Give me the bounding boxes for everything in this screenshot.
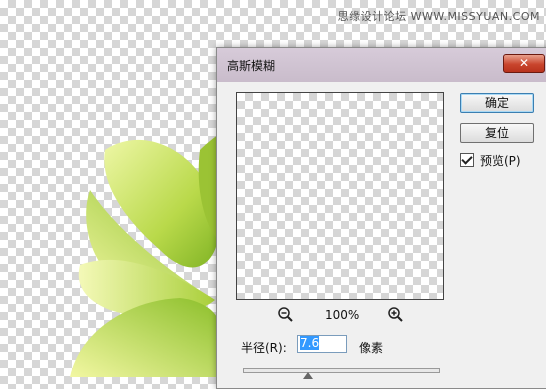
zoom-level-text: 100% — [325, 308, 360, 322]
site-watermark: 思缘设计论坛 WWW.MISSYUAN.COM — [337, 10, 540, 23]
close-icon: ✕ — [518, 56, 530, 70]
reset-button[interactable]: 复位 — [460, 123, 534, 143]
preview-checkbox[interactable]: 预览(P) — [460, 152, 521, 168]
dialog-title: 高斯模糊 — [227, 59, 276, 73]
radius-slider-track[interactable] — [243, 368, 440, 373]
radius-value: 7.6 — [300, 336, 320, 350]
checkmark-icon[interactable] — [460, 153, 474, 167]
radius-input[interactable]: 7.6 — [297, 335, 347, 353]
blur-preview-area[interactable] — [236, 92, 444, 300]
close-button[interactable]: ✕ — [503, 54, 545, 73]
zoom-in-icon[interactable] — [387, 306, 405, 324]
dialog-titlebar[interactable]: 高斯模糊 ✕ — [217, 48, 546, 82]
radius-unit-label: 像素 — [359, 341, 384, 355]
zoom-controls: 100% — [277, 306, 407, 324]
zoom-out-icon[interactable] — [277, 306, 295, 324]
preview-checkbox-label: 预览(P) — [480, 153, 521, 168]
gaussian-blur-dialog: 高斯模糊 ✕ 确定 复位 预览(P) 100% 半径(R): 7.6 像素 — [216, 47, 546, 389]
radius-label: 半径(R): — [241, 341, 287, 355]
ok-button[interactable]: 确定 — [460, 93, 534, 113]
radius-slider-thumb[interactable] — [303, 372, 313, 379]
